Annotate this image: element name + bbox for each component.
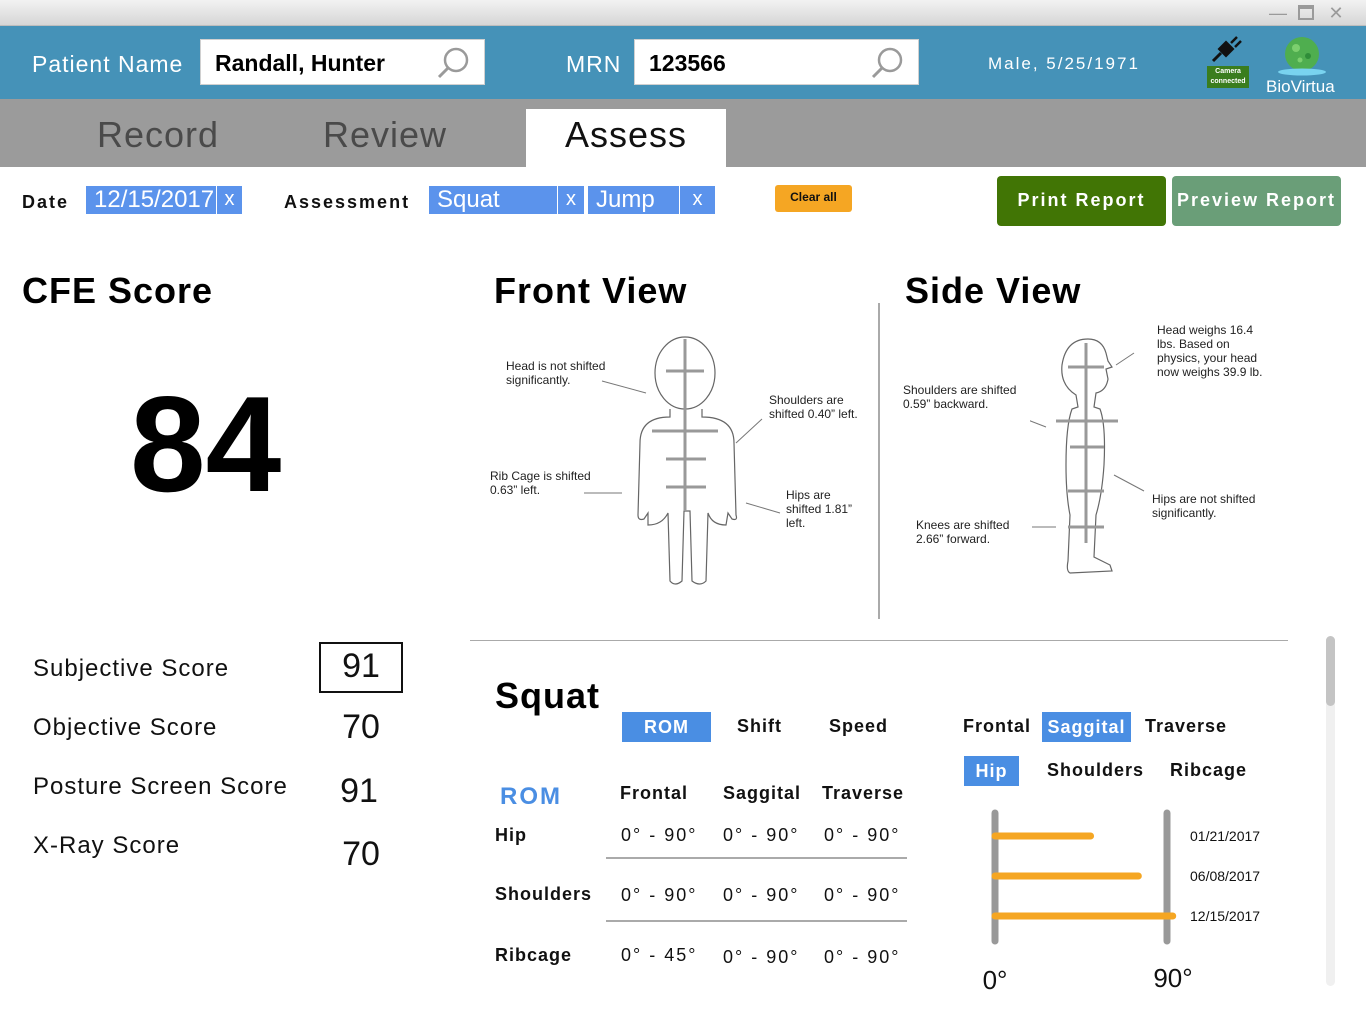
rom-cell: 0° - 90° (723, 825, 800, 845)
search-icon[interactable] (870, 46, 906, 80)
rom-cell: 0° - 90° (824, 885, 901, 905)
preview-report-button[interactable]: Preview Report (1172, 176, 1341, 226)
patient-name-label: Patient Name (32, 51, 184, 77)
front-view-title: Front View (494, 270, 688, 311)
rom-cell: 0° - 90° (723, 885, 800, 905)
side-hips-note: Hips are not shifted significantly. (1152, 492, 1256, 520)
squat-title: Squat (495, 675, 601, 716)
mrn-value: 123566 (649, 50, 726, 76)
metric-tab-shift[interactable]: Shift (737, 716, 782, 737)
tab-review[interactable]: Review (300, 99, 470, 167)
posture-screen-score-label: Posture Screen Score (33, 773, 288, 800)
objective-score-value: 70 (342, 708, 380, 746)
joint-tab-hip[interactable]: Hip (964, 756, 1019, 786)
camera-status-label: Camera connected (1207, 66, 1249, 88)
subjective-score-value[interactable]: 91 (319, 642, 403, 693)
metric-tab-speed[interactable]: Speed (829, 716, 888, 737)
metric-tab-rom[interactable]: ROM (622, 712, 711, 742)
date-chip[interactable]: 12/15/2017 (86, 186, 216, 214)
rom-row-hip-label: Hip (495, 825, 527, 845)
close-icon[interactable]: ✕ (1326, 4, 1346, 22)
clear-all-button[interactable]: Clear all (775, 185, 852, 212)
plane-tab-frontal[interactable]: Frontal (963, 716, 1031, 737)
subjective-score-label: Subjective Score (33, 655, 230, 682)
tab-record[interactable]: Record (78, 99, 238, 167)
joint-tab-shoulders[interactable]: Shoulders (1047, 760, 1144, 781)
x-tick-label: 0° (983, 965, 1008, 995)
camera-status: Camera connected (1207, 35, 1249, 89)
squat-remove-button[interactable]: x (557, 186, 584, 214)
rom-cell: 0° - 90° (723, 947, 800, 967)
window-titlebar: — ✕ (0, 0, 1366, 26)
rom-table-label: ROM (500, 783, 562, 810)
cfe-score-title: CFE Score (22, 270, 214, 311)
search-icon[interactable] (436, 46, 472, 80)
section-divider (470, 640, 1288, 641)
x-tick-label: 90° (1153, 963, 1192, 993)
date-label: Date (22, 192, 70, 212)
side-head-note: Head weighs 16.4 lbs. Based on physics, … (1157, 323, 1263, 379)
side-knees-note: Knees are shifted 2.66” forward. (916, 518, 1010, 546)
view-divider (878, 303, 880, 619)
patient-demographics: Male, 5/25/1971 (988, 54, 1140, 73)
minimize-icon[interactable]: — (1268, 4, 1288, 22)
front-ribcage-note: Rib Cage is shifted 0.63” left. (490, 469, 591, 497)
patient-name-field[interactable]: Randall, Hunter (200, 39, 485, 85)
cfe-score-value: 84 (130, 368, 282, 520)
rom-date-label: 12/15/2017 (1190, 908, 1260, 924)
assessment-chip-squat[interactable]: Squat (429, 186, 557, 214)
biovirtua-logo: BioVirtua (1262, 34, 1344, 96)
xray-score-value: 70 (342, 835, 380, 873)
rom-date-label: 01/21/2017 (1190, 828, 1260, 844)
objective-score-label: Objective Score (33, 714, 218, 741)
rom-cell: 0° - 90° (621, 885, 698, 905)
joint-tab-ribcage[interactable]: Ribcage (1170, 760, 1247, 781)
mrn-field[interactable]: 123566 (634, 39, 919, 85)
rom-cell: 0° - 90° (824, 947, 901, 967)
rom-col-traverse: Traverse (822, 783, 905, 803)
maximize-icon[interactable] (1296, 4, 1316, 22)
xray-score-label: X-Ray Score (33, 832, 181, 859)
patient-name-value: Randall, Hunter (215, 50, 385, 76)
rom-col-frontal: Frontal (620, 783, 688, 803)
front-head-note: Head is not shifted significantly. (506, 359, 606, 387)
globe-logo-icon (1278, 37, 1326, 76)
plane-tab-traverse[interactable]: Traverse (1145, 716, 1227, 737)
assessment-chip-jump[interactable]: Jump (588, 186, 679, 214)
rom-chart: 01/21/2017 06/08/2017 12/15/2017 0° 90° (983, 809, 1260, 995)
tab-assess[interactable]: Assess (526, 109, 726, 167)
assessment-label: Assessment (284, 192, 411, 212)
print-report-button[interactable]: Print Report (997, 176, 1166, 226)
side-view-title: Side View (905, 270, 1082, 311)
mrn-label: MRN (566, 51, 622, 77)
rom-date-label: 06/08/2017 (1190, 868, 1260, 884)
row-divider (606, 920, 907, 922)
side-shoulders-note: Shoulders are shifted 0.59” backward. (903, 383, 1017, 411)
side-view-figure (1030, 338, 1145, 574)
front-shoulders-note: Shoulders are shifted 0.40” left. (769, 393, 858, 421)
brand-name: BioVirtua (1266, 77, 1335, 96)
front-hips-note: Hips are shifted 1.81” left. (786, 488, 853, 530)
jump-remove-button[interactable]: x (679, 186, 715, 214)
date-remove-button[interactable]: x (216, 186, 242, 214)
scrollbar-thumb[interactable] (1326, 636, 1335, 706)
scrollbar-track[interactable] (1326, 636, 1335, 986)
rom-row-ribcage-label: Ribcage (495, 945, 573, 965)
rom-row-shoulders-label: Shoulders (495, 884, 593, 904)
rom-cell: 0° - 90° (621, 825, 698, 845)
row-divider (606, 857, 907, 859)
rom-cell: 0° - 90° (824, 825, 901, 845)
posture-screen-score-value: 91 (340, 772, 378, 810)
rom-cell: 0° - 45° (621, 945, 698, 965)
plane-tab-saggital[interactable]: Saggital (1042, 712, 1131, 742)
plug-icon (1211, 36, 1242, 63)
rom-col-saggital: Saggital (723, 783, 802, 803)
